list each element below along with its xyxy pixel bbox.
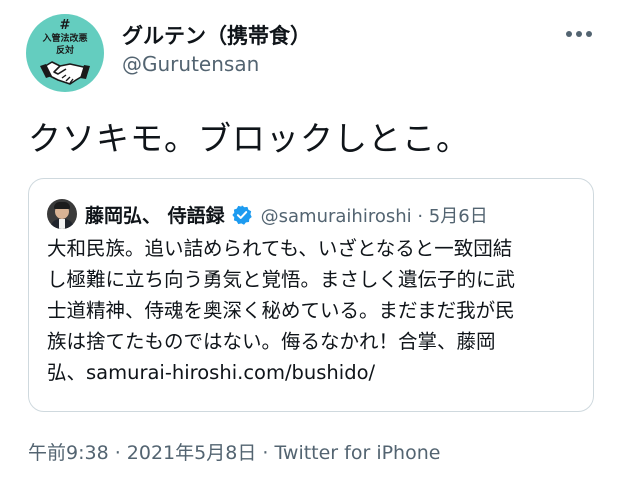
- tweet-footer: 午前9:38 · 2021年5月8日 · Twitter for iPhone: [28, 438, 440, 465]
- more-options-icon[interactable]: [566, 30, 592, 38]
- verified-badge-icon: [232, 204, 252, 225]
- handshake-icon: [40, 61, 90, 85]
- tweet: # 入管法改悪 反対 グルテン（携帯食） @Gurutensan クソキモ。ブロ…: [0, 0, 620, 489]
- quoted-text-line: 大和民族。追い詰められても、いざとなると一致団結: [47, 237, 513, 260]
- tweet-timestamp[interactable]: 午前9:38 · 2021年5月8日 ·: [28, 442, 274, 464]
- tweet-text: クソキモ。ブロックしとこ。: [28, 119, 470, 158]
- author-handle[interactable]: @Gurutensan: [122, 52, 259, 76]
- avatar[interactable]: # 入管法改悪 反対: [26, 14, 104, 92]
- quoted-tweet-card[interactable]: 藤岡弘、 侍語録 @samuraihiroshi · 5月6日 大和民族。追い詰…: [28, 178, 594, 412]
- quoted-text-line: 族は捨てたものではない。侮るなかれ！合掌、藤岡: [47, 330, 496, 353]
- quoted-avatar: [47, 199, 77, 229]
- avatar-hash-text: #: [59, 18, 71, 33]
- quoted-text: 大和民族。追い詰められても、いざとなると一致団結 し極難に立ち向う勇気と覚悟。ま…: [47, 233, 587, 388]
- quoted-text-line: 士道精神、侍魂を奥深く秘めている。まだまだ我が民: [47, 299, 515, 322]
- quoted-handle-date: @samuraihiroshi · 5月6日: [260, 205, 488, 227]
- quoted-header: 藤岡弘、 侍語録 @samuraihiroshi · 5月6日: [85, 201, 488, 228]
- avatar-text-line1: 入管法改悪: [42, 34, 88, 44]
- quoted-text-line: 弘、samurai-hiroshi.com/bushido/: [47, 361, 376, 384]
- quoted-text-line: し極難に立ち向う勇気と覚悟。まさしく遺伝子的に武: [47, 268, 516, 291]
- tweet-client[interactable]: Twitter for iPhone: [274, 442, 440, 464]
- avatar-text-line2: 反対: [55, 46, 74, 56]
- author-display-name[interactable]: グルテン（携帯食）: [122, 20, 311, 50]
- quoted-display-name: 藤岡弘、 侍語録: [85, 205, 225, 227]
